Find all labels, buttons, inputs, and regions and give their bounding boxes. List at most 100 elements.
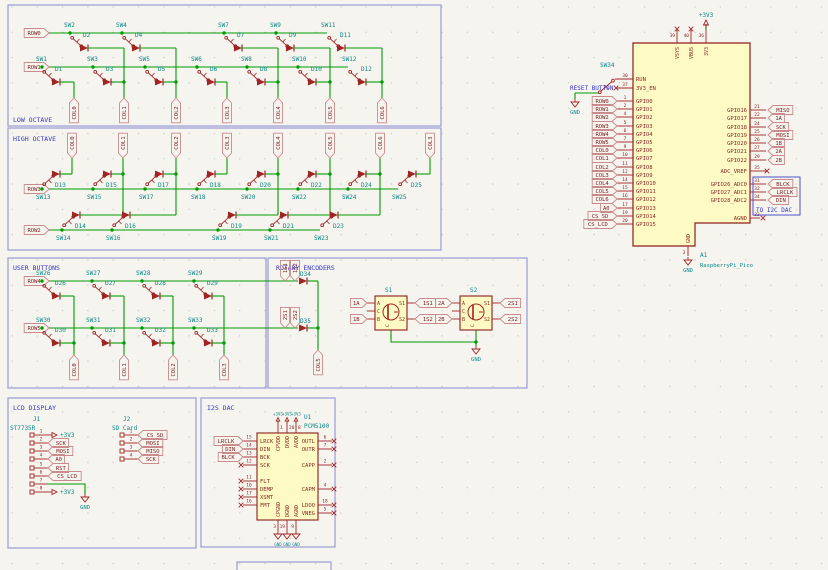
gnd-label[interactable]: GND bbox=[683, 268, 693, 274]
pin-name-gpio19[interactable]: GPIO19 bbox=[727, 133, 747, 139]
net-label-text-blck[interactable]: BLCK bbox=[221, 455, 235, 461]
value-raspberrypi-pico[interactable]: RaspberryPi_Pico bbox=[700, 263, 753, 269]
ref-d31[interactable]: D31 bbox=[105, 327, 116, 334]
pin-name-gpio22[interactable]: GPIO22 bbox=[727, 158, 747, 164]
pin-name-demp[interactable]: DEMP bbox=[260, 487, 274, 493]
net-label-text-col6[interactable]: COL6 bbox=[380, 106, 386, 119]
ref-d34[interactable]: D34 bbox=[300, 271, 311, 278]
net-label-text-col2[interactable]: COL2 bbox=[171, 363, 177, 376]
ref-d20[interactable]: D20 bbox=[260, 182, 271, 189]
ref-d17[interactable]: D17 bbox=[158, 182, 169, 189]
pin-number[interactable]: 21 bbox=[754, 104, 760, 110]
pin-number[interactable]: 3 bbox=[40, 445, 43, 451]
value-pcm5100[interactable]: PCM5100 bbox=[304, 423, 330, 430]
ref-sw20[interactable]: SW20 bbox=[241, 194, 256, 201]
pin-name-gpio15[interactable]: GPIO15 bbox=[636, 222, 656, 228]
net-label-text-din[interactable]: DIN bbox=[776, 198, 786, 204]
net-label-text-col3[interactable]: COL3 bbox=[225, 106, 231, 119]
encoder-pin-name[interactable]: A bbox=[462, 301, 465, 307]
pin-name-3v3_en[interactable]: 3V3_EN bbox=[636, 86, 656, 92]
ref-d8[interactable]: D8 bbox=[260, 66, 268, 73]
net-label-text-sck[interactable]: SCK bbox=[146, 457, 157, 463]
pin-number[interactable]: 15 bbox=[622, 185, 628, 191]
ref-sw30[interactable]: SW30 bbox=[36, 317, 51, 324]
ref-d4[interactable]: D4 bbox=[135, 32, 143, 39]
pin-name-flt[interactable]: FLT bbox=[260, 479, 271, 485]
net-label-text-col2[interactable]: COL2 bbox=[174, 136, 180, 149]
encoder-pin-name[interactable]: S1 bbox=[484, 301, 490, 307]
pin-number[interactable]: 1 bbox=[624, 95, 627, 101]
encoder-pin-name[interactable]: S2 bbox=[484, 317, 490, 323]
pin-number[interactable]: 35 bbox=[754, 165, 760, 171]
net-label-text-2b[interactable]: 2B bbox=[438, 317, 445, 323]
pin-name-vsys[interactable]: VSYS bbox=[675, 47, 681, 59]
pin-name-outr[interactable]: OUTR bbox=[302, 447, 316, 453]
pin-number[interactable]: 12 bbox=[622, 169, 628, 175]
pin-name-gpio10[interactable]: GPIO10 bbox=[636, 181, 656, 187]
ref-sw26[interactable]: SW26 bbox=[36, 270, 51, 277]
pin-name-agnd[interactable]: AGND bbox=[734, 216, 747, 222]
ref-d7[interactable]: D7 bbox=[237, 32, 245, 39]
pin-number[interactable]: 17 bbox=[246, 491, 252, 497]
pin-name-gpio4[interactable]: GPIO4 bbox=[636, 132, 653, 138]
ref-d35[interactable]: D35 bbox=[300, 318, 311, 325]
ref-sw17[interactable]: SW17 bbox=[139, 194, 154, 201]
ref-sw4[interactable]: SW4 bbox=[116, 22, 127, 29]
pin-number[interactable]: 24 bbox=[754, 121, 760, 127]
encoder-pin-name[interactable]: A bbox=[377, 301, 380, 307]
ref-d3[interactable]: D3 bbox=[106, 66, 114, 73]
pin-number[interactable]: 27 bbox=[754, 145, 760, 151]
net-label-text-a0[interactable]: A0 bbox=[55, 457, 62, 463]
pin-number[interactable]: 37 bbox=[622, 82, 628, 88]
ref-sw13[interactable]: SW13 bbox=[36, 194, 51, 201]
net-label-text-1s2[interactable]: 1S2 bbox=[423, 317, 433, 323]
ref-sw9[interactable]: SW9 bbox=[270, 22, 281, 29]
pin-name-vneg[interactable]: VNEG bbox=[302, 511, 315, 517]
net-label-text-col2[interactable]: COL2 bbox=[174, 106, 180, 119]
encoder-pin-name[interactable]: C bbox=[462, 309, 465, 315]
pin-number[interactable]: 19 bbox=[622, 210, 628, 216]
ref-d26[interactable]: D26 bbox=[55, 280, 66, 287]
ref-sw10[interactable]: SW10 bbox=[292, 56, 307, 63]
pin-number[interactable]: 34 bbox=[754, 194, 760, 200]
ref-d10[interactable]: D10 bbox=[311, 66, 322, 73]
power-label[interactable]: +3V3 bbox=[291, 412, 301, 417]
pin-number[interactable]: 10 bbox=[622, 152, 628, 158]
pin-number[interactable]: 20 bbox=[622, 218, 628, 224]
pin-number[interactable]: 14 bbox=[246, 443, 252, 449]
ref-sw18[interactable]: SW18 bbox=[191, 194, 206, 201]
pin-number[interactable]: 4 bbox=[624, 111, 627, 117]
pin-name-cpvdd[interactable]: CPVDD bbox=[276, 436, 282, 451]
pin-number[interactable]: 32 bbox=[754, 186, 760, 192]
pin-name-gpio27_adc1[interactable]: GPIO27_ADC1 bbox=[711, 190, 747, 196]
net-label-text-col3[interactable]: COL3 bbox=[225, 136, 231, 149]
pin-name-din[interactable]: DIN bbox=[260, 447, 270, 453]
net-label-text-col5[interactable]: COL5 bbox=[328, 136, 334, 149]
encoder-pin-name[interactable]: B bbox=[377, 317, 380, 323]
ref-sw31[interactable]: SW31 bbox=[86, 317, 101, 324]
section-title-high-octave[interactable]: HIGH OCTAVE bbox=[13, 135, 56, 143]
pin-name-gpio20[interactable]: GPIO20 bbox=[727, 141, 747, 147]
pin-name-gpio13[interactable]: GPIO13 bbox=[636, 206, 656, 212]
pin-number[interactable]: 6 bbox=[324, 435, 327, 441]
pin-number[interactable]: 14 bbox=[622, 177, 628, 183]
pin-number[interactable]: 1 bbox=[130, 429, 133, 435]
ref-u1[interactable]: U1 bbox=[304, 414, 312, 421]
pin-number[interactable]: 4 bbox=[130, 453, 133, 459]
gnd-label[interactable]: GND bbox=[274, 542, 282, 547]
net-label-text-1s2[interactable]: 1S2 bbox=[293, 263, 299, 273]
pin-name-gpio8[interactable]: GPIO8 bbox=[636, 165, 653, 171]
pin-number[interactable]: 25 bbox=[754, 129, 760, 135]
encoder-pin-name[interactable]: S1 bbox=[399, 301, 405, 307]
section-title-i2s-dac[interactable]: I2S DAC bbox=[207, 404, 234, 412]
pin-name-capp[interactable]: CAPP bbox=[302, 463, 316, 469]
net-label-text-cs_lcd[interactable]: CS_LCD bbox=[588, 222, 608, 228]
pin-name-gpio3[interactable]: GPIO3 bbox=[636, 124, 653, 130]
net-label-text-col5[interactable]: COL5 bbox=[316, 358, 322, 371]
net-label-text-row1[interactable]: ROW1 bbox=[27, 65, 40, 71]
ref-sw14[interactable]: SW14 bbox=[56, 235, 71, 242]
pin-name-gpio17[interactable]: GPIO17 bbox=[727, 116, 747, 122]
pin-name-gpio5[interactable]: GPIO5 bbox=[636, 140, 653, 146]
ref-d29[interactable]: D29 bbox=[207, 280, 218, 287]
ref-d21[interactable]: D21 bbox=[283, 223, 294, 230]
